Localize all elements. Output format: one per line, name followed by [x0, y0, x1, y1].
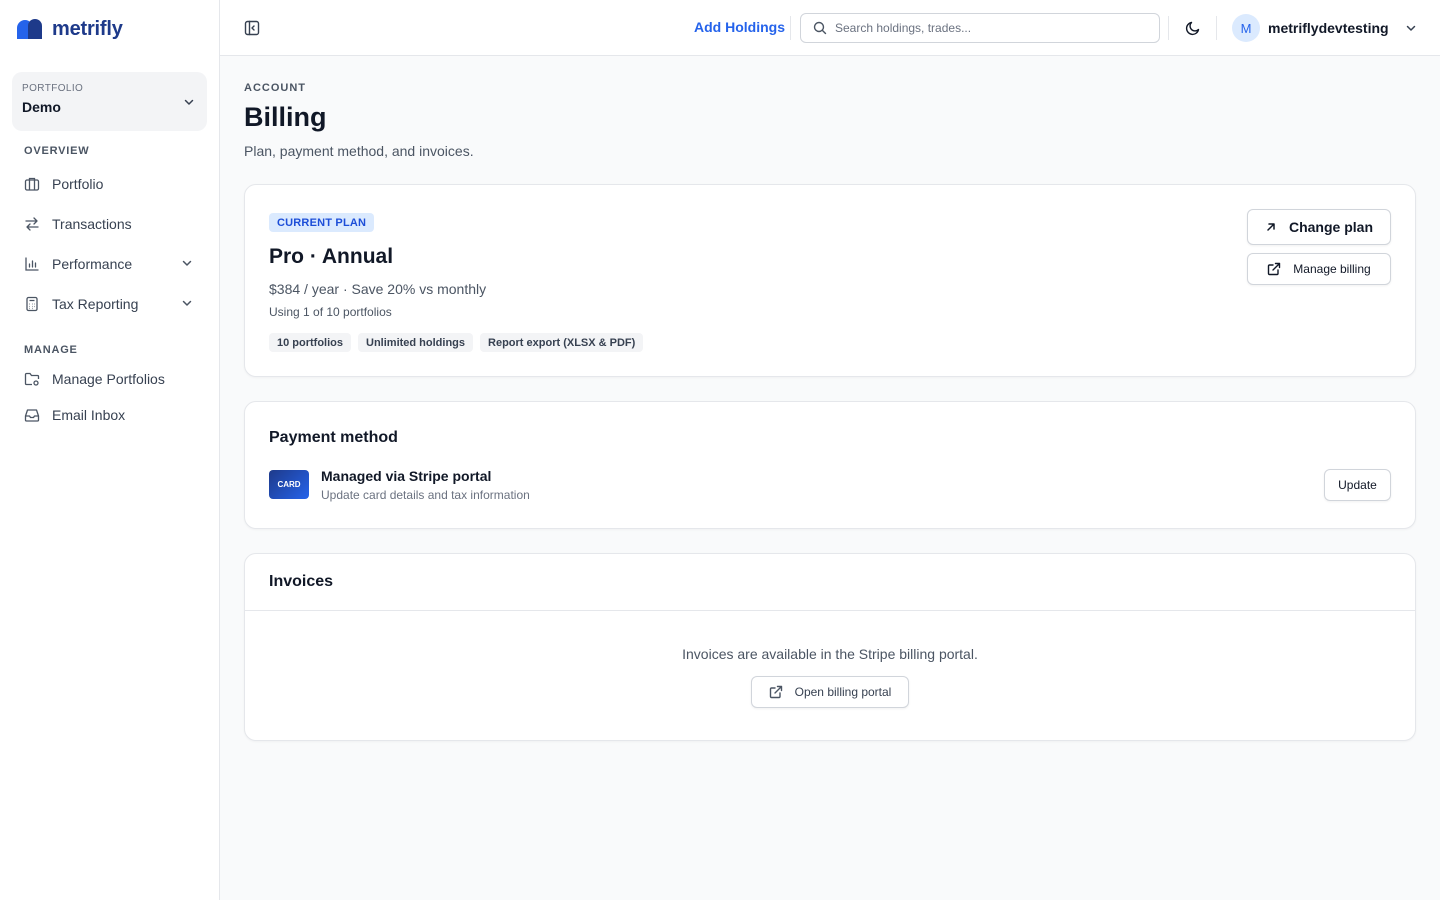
- chevron-down-icon[interactable]: [1405, 22, 1417, 34]
- inbox-icon: [24, 407, 40, 423]
- invoices-divider: [245, 610, 1415, 611]
- avatar[interactable]: M: [1232, 14, 1260, 42]
- logo-mark-icon: [17, 19, 42, 39]
- brand-name: metrifly: [52, 17, 123, 40]
- sidebar-item-label: Transactions: [52, 216, 132, 232]
- sidebar-toggle-icon[interactable]: [244, 20, 260, 36]
- sidebar-item-label: Performance: [52, 256, 133, 272]
- manage-billing-button[interactable]: Manage billing: [1247, 253, 1391, 285]
- open-billing-portal-button[interactable]: Open billing portal: [751, 676, 909, 708]
- payment-method-subtitle: Update card details and tax information: [321, 488, 530, 502]
- add-holdings-link[interactable]: Add Holdings: [694, 19, 785, 35]
- sidebar-item-label: Tax Reporting: [52, 296, 139, 312]
- briefcase-icon: [24, 176, 40, 192]
- portfolio-label: PORTFOLIO: [22, 83, 84, 94]
- feature-chip: 10 portfolios: [269, 333, 352, 352]
- page-eyebrow: ACCOUNT: [244, 82, 306, 94]
- sidebar-item-manage-portfolios[interactable]: Manage Portfolios: [12, 361, 207, 397]
- feature-chip: Unlimited holdings: [358, 333, 474, 352]
- bar-chart-icon: [24, 256, 40, 272]
- calculator-icon: [24, 296, 40, 312]
- sidebar: metrifly PORTFOLIO Demo OVERVIEW Portfol…: [0, 0, 220, 900]
- username[interactable]: metriflydevtesting: [1268, 20, 1389, 36]
- plan-price: $384 / year · Save 20% vs monthly: [269, 281, 487, 297]
- search-input[interactable]: [835, 21, 1135, 35]
- card-icon: CARD: [269, 470, 309, 499]
- nav-section-overview: OVERVIEW: [24, 145, 90, 157]
- sidebar-item-label: Portfolio: [52, 176, 104, 192]
- plan-usage: Using 1 of 10 portfolios: [269, 305, 392, 319]
- sidebar-item-tax-reporting[interactable]: Tax Reporting: [12, 286, 207, 322]
- sidebar-item-label: Email Inbox: [52, 407, 126, 423]
- sidebar-item-label: Manage Portfolios: [52, 371, 165, 387]
- sidebar-item-performance[interactable]: Performance: [12, 246, 207, 282]
- change-plan-label: Change plan: [1288, 219, 1373, 235]
- sidebar-item-portfolio[interactable]: Portfolio: [12, 166, 207, 202]
- change-plan-button[interactable]: Change plan: [1247, 209, 1391, 245]
- search-icon: [813, 21, 827, 35]
- manage-billing-label: Manage billing: [1293, 262, 1371, 276]
- topbar: Add Holdings M metriflydevtesting: [220, 0, 1440, 56]
- chevron-down-icon: [184, 99, 194, 105]
- topbar-divider: [790, 16, 791, 40]
- moon-icon[interactable]: [1185, 20, 1201, 36]
- invoices-message: Invoices are available in the Stripe bil…: [682, 646, 978, 662]
- payment-method-title: Payment method: [269, 429, 398, 446]
- sidebar-item-transactions[interactable]: Transactions: [12, 206, 207, 242]
- sidebar-item-email-inbox[interactable]: Email Inbox: [12, 397, 207, 433]
- external-link-icon: [1268, 262, 1281, 276]
- plan-name: Pro · Annual: [269, 245, 394, 268]
- search-box[interactable]: [800, 13, 1160, 43]
- brand-logo[interactable]: metrifly: [16, 17, 123, 41]
- external-link-icon: [769, 685, 782, 699]
- portfolio-selector[interactable]: PORTFOLIO Demo: [12, 72, 207, 131]
- topbar-divider: [1168, 16, 1169, 40]
- current-plan-card: CURRENT PLAN Pro · Annual $384 / year · …: [244, 184, 1416, 377]
- arrow-up-right-icon: [1267, 223, 1275, 231]
- page-subtitle: Plan, payment method, and invoices.: [244, 143, 474, 159]
- current-plan-badge: CURRENT PLAN: [269, 213, 375, 232]
- chevron-down-icon: [182, 260, 192, 266]
- portfolio-value: Demo: [22, 99, 61, 115]
- feature-chip: Report export (XLSX & PDF): [480, 333, 644, 352]
- payment-method-card: Payment method CARD Managed via Stripe p…: [244, 401, 1416, 529]
- invoices-title: Invoices: [269, 573, 334, 590]
- page-title: Billing: [244, 102, 327, 132]
- topbar-divider: [1216, 16, 1217, 40]
- payment-method-name: Managed via Stripe portal: [321, 468, 492, 484]
- open-billing-portal-label: Open billing portal: [794, 685, 892, 699]
- folder-settings-icon: [24, 371, 40, 387]
- plan-features: 10 portfolios Unlimited holdings Report …: [269, 333, 644, 352]
- update-button[interactable]: Update: [1324, 469, 1391, 501]
- chevron-down-icon: [182, 300, 192, 306]
- invoices-card: Invoices Invoices are available in the S…: [244, 553, 1416, 741]
- nav-section-manage: MANAGE: [24, 344, 78, 356]
- arrows-exchange-icon: [24, 216, 40, 232]
